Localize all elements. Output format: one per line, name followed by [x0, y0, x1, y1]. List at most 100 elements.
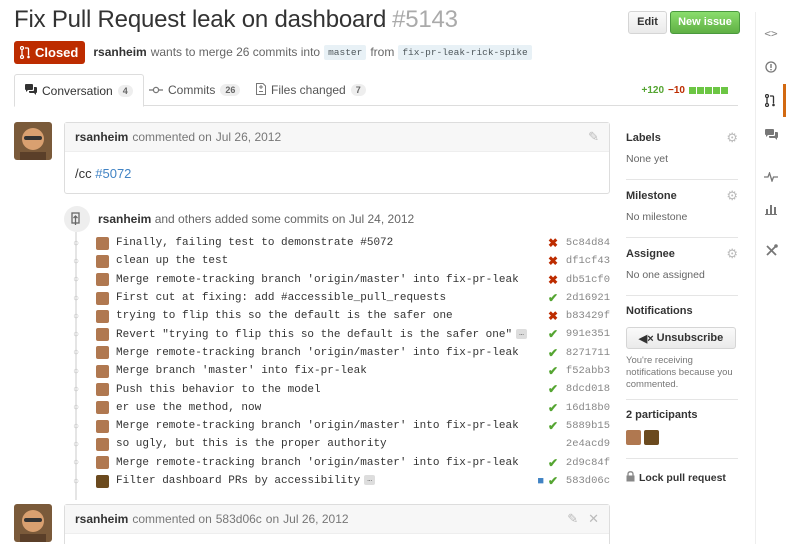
commit-sha[interactable]: 2e4acd9	[562, 438, 610, 450]
gear-icon[interactable]: ⚙	[726, 188, 738, 204]
commit-sha[interactable]: 5889b15	[562, 420, 610, 432]
pencil-icon[interactable]: ✎	[588, 129, 599, 145]
build-failed-icon[interactable]: ✖	[548, 236, 558, 250]
comment-commit-sha[interactable]: 583d06c	[216, 512, 262, 526]
commit-author-avatar[interactable]	[96, 456, 109, 470]
participant-avatar[interactable]	[626, 430, 641, 445]
commit-message[interactable]: er use the method, now	[116, 402, 261, 414]
expand-message-button[interactable]: …	[364, 475, 376, 486]
unsubscribe-button[interactable]: ◀× Unsubscribe	[626, 327, 736, 349]
commit-sha[interactable]: 8271711	[562, 347, 610, 359]
commit-row[interactable]: ○ Merge remote-tracking branch 'origin/ma…	[68, 417, 610, 435]
commit-author-avatar[interactable]	[96, 437, 109, 451]
commit-row[interactable]: ○ Merge branch 'master' into fix-pr-leak ✔…	[68, 362, 610, 380]
commit-row[interactable]: ○ trying to flip this so the default is t…	[68, 307, 610, 325]
commit-author-avatar[interactable]	[96, 364, 109, 378]
commit-author-avatar[interactable]	[96, 254, 109, 268]
commit-row[interactable]: ○ clean up the test ✖ df1cf43	[68, 252, 610, 270]
commit-author-avatar[interactable]	[96, 328, 109, 342]
build-failed-icon[interactable]: ✖	[548, 254, 558, 268]
build-passed-icon[interactable]: ✔	[548, 291, 558, 305]
commit-summary-author[interactable]: rsanheim	[98, 212, 151, 226]
avatar[interactable]	[14, 122, 52, 160]
commit-message[interactable]: Merge remote-tracking branch 'origin/mas…	[116, 347, 519, 359]
commit-sha[interactable]: df1cf43	[562, 255, 610, 267]
commit-sha[interactable]: 5c84d84	[562, 237, 610, 249]
commit-row[interactable]: ○ Merge remote-tracking branch 'origin/ma…	[68, 454, 610, 472]
commit-comment-icon[interactable]: ■	[537, 475, 544, 487]
build-passed-icon[interactable]: ✔	[548, 474, 558, 488]
commit-author-avatar[interactable]	[96, 236, 109, 250]
gear-icon[interactable]: ⚙	[726, 246, 738, 262]
commit-row[interactable]: ○ er use the method, now ✔ 16d18b0	[68, 399, 610, 417]
commit-message[interactable]: Merge remote-tracking branch 'origin/mas…	[116, 457, 519, 469]
commit-message[interactable]: trying to flip this so the default is th…	[116, 310, 453, 322]
commit-sha[interactable]: b83429f	[562, 310, 610, 322]
commit-message[interactable]: Merge remote-tracking branch 'origin/mas…	[116, 420, 519, 432]
pull-request-icon[interactable]	[756, 84, 786, 117]
close-icon[interactable]: ✕	[588, 511, 599, 527]
commit-author-avatar[interactable]	[96, 346, 109, 360]
commit-author-avatar[interactable]	[96, 419, 109, 433]
commit-row[interactable]: ○ Merge remote-tracking branch 'origin/ma…	[68, 344, 610, 362]
commit-author-avatar[interactable]	[96, 401, 109, 415]
comment-author[interactable]: rsanheim	[75, 512, 128, 526]
commit-message[interactable]: Merge remote-tracking branch 'origin/mas…	[116, 274, 519, 286]
lock-button[interactable]: Lock pull request	[626, 471, 738, 485]
commit-row[interactable]: ○ Revert "trying to flip this so the defa…	[68, 325, 610, 343]
edit-button[interactable]: Edit	[628, 11, 667, 34]
build-passed-icon[interactable]: ✔	[548, 419, 558, 433]
commit-message[interactable]: Revert "trying to flip this so the defau…	[116, 329, 512, 341]
build-failed-icon[interactable]: ✖	[548, 309, 558, 323]
avatar[interactable]	[14, 504, 52, 542]
build-passed-icon[interactable]: ✔	[548, 364, 558, 378]
commit-sha[interactable]: f52abb3	[562, 365, 610, 377]
commit-sha[interactable]: 583d06c	[562, 475, 610, 487]
build-passed-icon[interactable]: ✔	[548, 346, 558, 360]
build-passed-icon[interactable]: ✔	[548, 382, 558, 396]
commit-sha[interactable]: db51cf0	[562, 274, 610, 286]
commit-message[interactable]: clean up the test	[116, 255, 228, 267]
comment-date[interactable]: Jul 26, 2012	[283, 512, 348, 526]
commit-message[interactable]: Push this behavior to the model	[116, 384, 321, 396]
build-passed-icon[interactable]: ✔	[548, 456, 558, 470]
commit-row[interactable]: ○ Merge remote-tracking branch 'origin/ma…	[68, 271, 610, 289]
tab-conversation[interactable]: Conversation 4	[14, 74, 144, 107]
commit-row[interactable]: ○ so ugly, but this is the proper authori…	[68, 435, 610, 453]
new-issue-button[interactable]: New issue	[670, 11, 740, 34]
build-failed-icon[interactable]: ✖	[548, 273, 558, 287]
tab-commits[interactable]: Commits 26	[139, 74, 250, 106]
commit-sha[interactable]: 2d9c84f	[562, 457, 610, 469]
commit-row[interactable]: ○ Finally, failing test to demonstrate #5…	[68, 234, 610, 252]
commit-author-avatar[interactable]	[96, 273, 109, 287]
commit-sha[interactable]: 16d18b0	[562, 402, 610, 414]
commit-author-avatar[interactable]	[96, 474, 109, 488]
commit-row[interactable]: ○ Push this behavior to the model ✔ 8dcd018	[68, 380, 610, 398]
tab-files-changed[interactable]: Files changed 7	[246, 74, 376, 106]
commit-message[interactable]: so ugly, but this is the proper authorit…	[116, 438, 387, 450]
build-passed-icon[interactable]: ✔	[548, 327, 558, 341]
pulse-icon[interactable]	[756, 160, 786, 193]
commit-author-avatar[interactable]	[96, 291, 109, 305]
commit-row[interactable]: ○ Filter dashboard PRs by accessibility … ■…	[68, 472, 610, 490]
wiki-icon[interactable]	[756, 118, 786, 151]
pencil-icon[interactable]: ✎	[567, 511, 578, 527]
build-passed-icon[interactable]: ✔	[548, 401, 558, 415]
comment-author[interactable]: rsanheim	[75, 130, 128, 144]
gear-icon[interactable]: ⚙	[726, 130, 738, 146]
author-link[interactable]: rsanheim	[93, 45, 146, 59]
commit-message[interactable]: First cut at fixing: add #accessible_pul…	[116, 292, 446, 304]
code-icon[interactable]: <>	[756, 17, 786, 50]
issues-icon[interactable]	[756, 50, 786, 83]
graphs-icon[interactable]	[756, 192, 786, 225]
commit-message[interactable]: Merge branch 'master' into fix-pr-leak	[116, 365, 367, 377]
commit-author-avatar[interactable]	[96, 383, 109, 397]
issue-reference-link[interactable]: #5072	[95, 166, 131, 181]
commit-sha[interactable]: 2d16921	[562, 292, 610, 304]
commit-sha[interactable]: 8dcd018	[562, 383, 610, 395]
settings-icon[interactable]	[756, 234, 786, 267]
commit-message[interactable]: Filter dashboard PRs by accessibility	[116, 475, 360, 487]
commit-author-avatar[interactable]	[96, 309, 109, 323]
comment-date[interactable]: Jul 26, 2012	[216, 130, 281, 144]
commit-row[interactable]: ○ First cut at fixing: add #accessible_pu…	[68, 289, 610, 307]
